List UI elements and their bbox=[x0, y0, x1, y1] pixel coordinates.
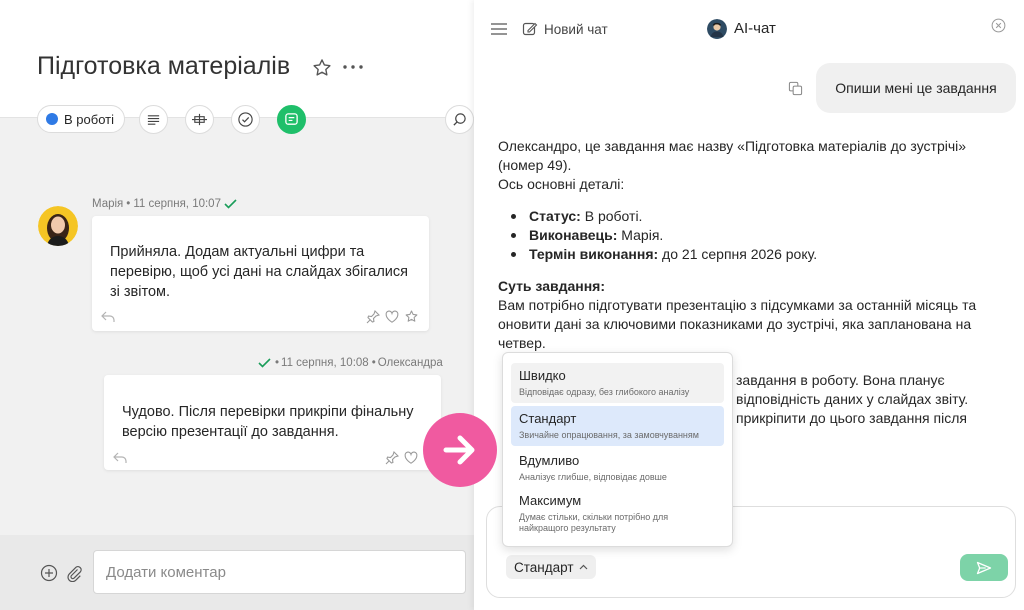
answer-line: прикріпити до цього завдання після bbox=[736, 410, 967, 426]
pin-icon[interactable] bbox=[385, 451, 401, 467]
comments-button[interactable] bbox=[277, 105, 306, 134]
star-icon[interactable] bbox=[311, 57, 333, 79]
search-icon bbox=[452, 112, 467, 127]
mode-option-maximum[interactable]: Максимум Думає стільки, скільки потрібно… bbox=[511, 488, 724, 539]
comment-text: Чудово. Після перевірки прикріпи фінальн… bbox=[122, 404, 414, 440]
check-icon bbox=[258, 358, 271, 368]
ai-answer: Олександро, це завдання має назву «Підго… bbox=[498, 137, 998, 353]
meta-separator: • bbox=[275, 357, 280, 369]
edit-icon[interactable] bbox=[522, 21, 538, 37]
check-icon bbox=[224, 199, 237, 209]
heart-icon[interactable] bbox=[404, 451, 420, 467]
avatar[interactable] bbox=[38, 206, 78, 246]
description-button[interactable] bbox=[139, 105, 168, 134]
send-icon bbox=[976, 561, 992, 575]
checklist-icon bbox=[191, 112, 208, 127]
option-title: Вдумливо bbox=[519, 453, 580, 468]
reply-icon[interactable] bbox=[112, 451, 128, 467]
chat-title: AI-чат bbox=[734, 20, 776, 37]
ai-avatar bbox=[707, 19, 727, 39]
page-title: Підготовка матеріалів bbox=[37, 52, 291, 80]
comment-time: 11 серпня, 10:07 bbox=[133, 198, 221, 210]
answer-line: завдання в роботу. Вона планує bbox=[736, 372, 945, 388]
list-item: Статус: В роботі. bbox=[498, 207, 998, 226]
option-description: Аналізує глибше, відповідає довше bbox=[519, 472, 667, 482]
pin-icon[interactable] bbox=[366, 310, 382, 326]
list-item: Термін виконання: до 21 серпня 2026 року… bbox=[498, 245, 998, 264]
more-icon[interactable] bbox=[341, 57, 365, 77]
done-icon bbox=[237, 111, 254, 128]
heart-icon[interactable] bbox=[385, 310, 401, 326]
star-icon[interactable] bbox=[404, 309, 420, 325]
user-message: Опиши мені це завдання bbox=[816, 63, 1016, 113]
option-description: Звичайне опрацювання, за замовчуванням bbox=[519, 430, 699, 440]
status-badge[interactable]: В роботі bbox=[37, 105, 125, 133]
answer-intro: Олександро, це завдання має назву «Підго… bbox=[498, 138, 967, 173]
description-icon bbox=[146, 112, 161, 127]
copy-icon[interactable] bbox=[788, 81, 803, 96]
mode-option-standard[interactable]: Стандарт Звичайне опрацювання, за замовч… bbox=[511, 406, 724, 446]
option-title: Швидко bbox=[519, 368, 566, 383]
search-button[interactable] bbox=[445, 105, 474, 134]
essence-title: Суть завдання: bbox=[498, 278, 606, 294]
list-item: Виконавець: Марія. bbox=[498, 226, 998, 245]
answer-partial-text: завдання в роботу. Вона планує відповідн… bbox=[736, 371, 968, 428]
done-button[interactable] bbox=[231, 105, 260, 134]
arrow-right-icon bbox=[423, 413, 497, 487]
option-title: Стандарт bbox=[519, 411, 577, 426]
add-icon[interactable] bbox=[40, 564, 58, 582]
option-description: Думає стільки, скільки потрібно для найк… bbox=[519, 512, 669, 533]
comment-input[interactable] bbox=[93, 550, 466, 594]
details-list: Статус: В роботі. Виконавець: Марія. Тер… bbox=[498, 207, 998, 264]
task-panel: Підготовка матеріалів В роботі Марія • 1… bbox=[0, 0, 474, 610]
send-button[interactable] bbox=[960, 554, 1008, 581]
comment-time: 11 серпня, 10:08 bbox=[281, 357, 369, 369]
mode-dropdown: Швидко Відповідає одразу, без глибокого … bbox=[502, 352, 733, 547]
comment-bubble: Прийняла. Додам актуальні цифри та перев… bbox=[92, 216, 429, 331]
status-label: В роботі bbox=[64, 111, 114, 127]
comment-author: Марія bbox=[92, 198, 124, 210]
checklist-button[interactable] bbox=[185, 105, 214, 134]
task-header: Підготовка матеріалів bbox=[0, 0, 474, 118]
close-icon[interactable] bbox=[991, 18, 1006, 33]
comment-meta: • 11 серпня, 10:08 • Олександра bbox=[258, 357, 443, 369]
comment-bubble: Чудово. Після перевірки прикріпи фінальн… bbox=[104, 375, 441, 470]
mode-select-label: Стандарт bbox=[514, 559, 574, 575]
comment-meta: Марія • 11 серпня, 10:07 bbox=[92, 198, 237, 210]
reply-icon[interactable] bbox=[100, 310, 116, 326]
comment-text: Прийняла. Додам актуальні цифри та перев… bbox=[110, 244, 408, 300]
comment-author: Олександра bbox=[377, 357, 443, 369]
chevron-up-icon bbox=[579, 564, 588, 570]
meta-separator: • bbox=[371, 357, 376, 369]
option-description: Відповідає одразу, без глибокого аналізу bbox=[519, 387, 690, 397]
answer-line: відповідність даних у слайдах звіту. bbox=[736, 391, 969, 407]
status-dot bbox=[46, 113, 58, 125]
new-chat-button[interactable]: Новий чат bbox=[544, 22, 608, 37]
meta-separator: • bbox=[126, 198, 131, 210]
mode-option-fast[interactable]: Швидко Відповідає одразу, без глибокого … bbox=[511, 363, 724, 403]
menu-icon[interactable] bbox=[490, 22, 508, 36]
essence-text: Вам потрібно підготувати презентацію з п… bbox=[498, 297, 977, 351]
comments-icon bbox=[284, 112, 299, 127]
option-title: Максимум bbox=[519, 493, 582, 508]
answer-intro: Ось основні деталі: bbox=[498, 176, 625, 192]
mode-option-thoughtful[interactable]: Вдумливо Аналізує глибше, відповідає дов… bbox=[511, 448, 724, 488]
mode-select[interactable]: Стандарт bbox=[506, 555, 596, 579]
attach-icon[interactable] bbox=[65, 564, 83, 582]
